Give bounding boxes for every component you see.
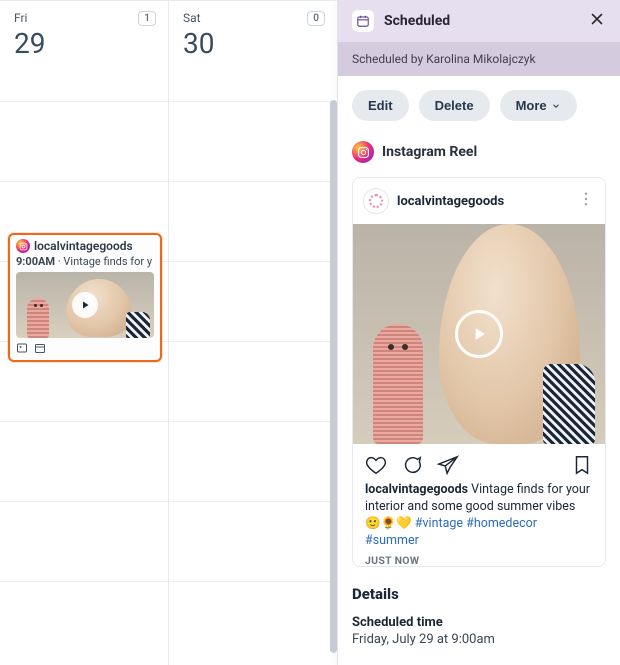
instagram-icon bbox=[16, 239, 30, 253]
day-number: 29 bbox=[14, 27, 154, 60]
close-button[interactable] bbox=[588, 10, 606, 32]
bookmark-icon[interactable] bbox=[571, 454, 593, 476]
details-heading: Details bbox=[352, 585, 606, 603]
calendar-event-card[interactable]: localvintagegoods 9:00AM · Vintage finds… bbox=[8, 233, 162, 362]
delete-button[interactable]: Delete bbox=[419, 90, 490, 121]
edit-button[interactable]: Edit bbox=[352, 90, 409, 121]
more-button[interactable]: More bbox=[500, 90, 577, 121]
event-account: localvintagegoods bbox=[34, 239, 133, 253]
post-preview-card: localvintagegoods lo bbox=[352, 177, 606, 567]
hour-grid bbox=[169, 101, 337, 665]
day-number: 30 bbox=[183, 27, 323, 60]
day-event-count: 0 bbox=[307, 11, 325, 26]
details-section: Details bbox=[338, 567, 620, 607]
post-media[interactable] bbox=[353, 224, 605, 444]
day-column-sat[interactable]: Sat 30 0 bbox=[169, 0, 337, 665]
scrollbar[interactable] bbox=[330, 100, 337, 653]
scheduled-time-label: Scheduled time bbox=[352, 615, 606, 630]
scheduled-time-value: Friday, July 29 at 9:00am bbox=[352, 632, 606, 647]
scheduled-by: Scheduled by Karolina Mikolajczyk bbox=[338, 42, 620, 76]
instagram-icon bbox=[352, 141, 374, 163]
post-type-header: Instagram Reel bbox=[338, 135, 620, 169]
calendar-icon bbox=[352, 10, 374, 32]
avatar bbox=[363, 188, 389, 214]
post-detail-panel: Scheduled Scheduled by Karolina Mikolajc… bbox=[338, 0, 620, 665]
share-icon[interactable] bbox=[437, 454, 459, 476]
image-icon bbox=[16, 342, 28, 354]
calendar-area: Fri 29 1 localvintagegoods bbox=[0, 0, 338, 665]
post-account: localvintagegoods bbox=[397, 194, 504, 209]
post-type-label: Instagram Reel bbox=[382, 144, 477, 160]
day-event-count: 1 bbox=[138, 11, 156, 26]
play-icon bbox=[72, 292, 98, 318]
post-options-button[interactable] bbox=[577, 190, 595, 212]
like-icon[interactable] bbox=[365, 454, 387, 476]
event-summary: 9:00AM · Vintage finds for y bbox=[10, 255, 160, 272]
post-timestamp: JUST NOW bbox=[353, 554, 605, 568]
hour-grid bbox=[0, 101, 168, 665]
post-caption: localvintagegoods Vintage finds for your… bbox=[353, 482, 605, 554]
day-name: Sat bbox=[183, 11, 323, 25]
day-name: Fri bbox=[14, 11, 154, 25]
play-icon bbox=[455, 310, 503, 358]
day-column-fri[interactable]: Fri 29 1 localvintagegoods bbox=[0, 0, 169, 665]
chevron-down-icon bbox=[551, 101, 561, 111]
calendar-icon bbox=[34, 342, 46, 354]
panel-title: Scheduled bbox=[384, 13, 450, 29]
event-thumbnail bbox=[16, 272, 154, 338]
comment-icon[interactable] bbox=[401, 454, 423, 476]
panel-title-bar: Scheduled bbox=[338, 0, 620, 42]
